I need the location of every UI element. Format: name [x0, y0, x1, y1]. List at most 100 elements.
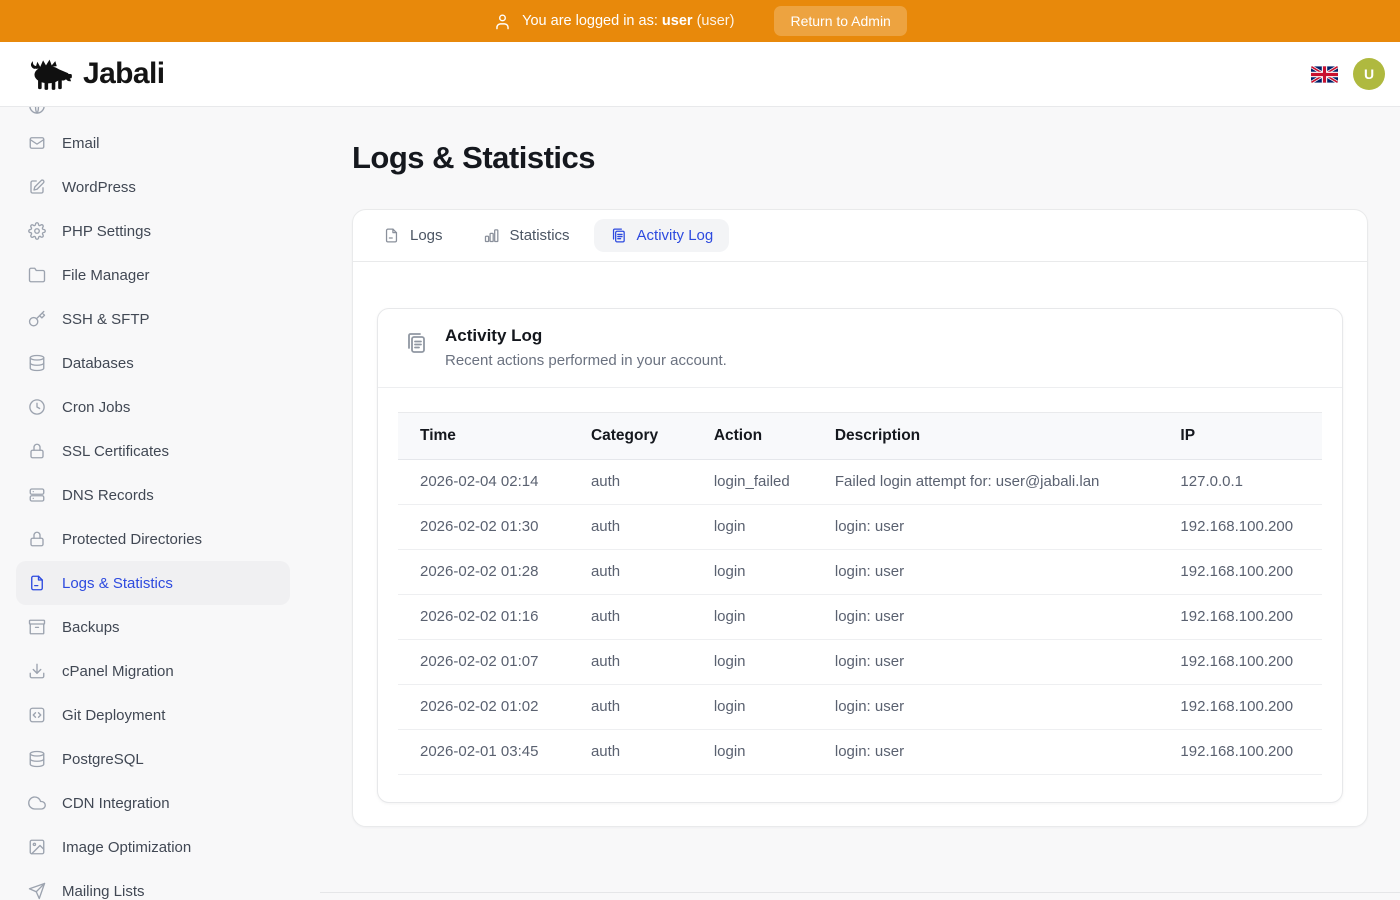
sidebar-item-dns-records[interactable]: DNS Records [16, 473, 290, 517]
server-icon [28, 486, 46, 504]
folder-icon [28, 266, 46, 284]
admin-session-bar: You are logged in as: user (user) Return… [0, 0, 1400, 42]
code-icon [28, 706, 46, 724]
boar-logo-icon [28, 56, 74, 92]
cell-category: auth [569, 730, 692, 775]
table-row: 2026-02-02 01:07 auth login login: user … [398, 640, 1322, 685]
cell-action: login [692, 595, 813, 640]
sidebar-item-php-settings[interactable]: PHP Settings [16, 209, 290, 253]
cell-ip: 192.168.100.200 [1158, 505, 1322, 550]
sidebar-item-ssl-certificates[interactable]: SSL Certificates [16, 429, 290, 473]
cell-category: auth [569, 640, 692, 685]
table-row: 2026-02-02 01:30 auth login login: user … [398, 505, 1322, 550]
bar-chart-icon [483, 227, 500, 244]
footer-divider [320, 892, 1400, 893]
activity-log-table: Time Category Action Description IP 2026… [398, 412, 1322, 775]
logged-in-text: You are logged in as: user (user) [522, 13, 734, 29]
cell-action: login [692, 640, 813, 685]
column-header-category: Category [569, 413, 692, 460]
sidebar-item-protected-directories[interactable]: Protected Directories [16, 517, 290, 561]
cell-action: login [692, 550, 813, 595]
lock-icon [28, 442, 46, 460]
cell-ip: 192.168.100.200 [1158, 640, 1322, 685]
column-header-action: Action [692, 413, 813, 460]
sidebar-item-file-manager[interactable]: File Manager [16, 253, 290, 297]
table-row: 2026-02-02 01:02 auth login login: user … [398, 685, 1322, 730]
cell-description: login: user [813, 595, 1159, 640]
cell-action: login [692, 730, 813, 775]
gear-icon [28, 222, 46, 240]
sidebar-item-image-optimization[interactable]: Image Optimization [16, 825, 290, 869]
tab-activity-log[interactable]: Activity Log [594, 219, 730, 252]
sidebar-item-label: Cron Jobs [62, 399, 130, 416]
sidebar-item-label: SSL Certificates [62, 443, 169, 460]
sidebar-item-label: Image Optimization [62, 839, 191, 856]
cell-description: login: user [813, 685, 1159, 730]
return-to-admin-button[interactable]: Return to Admin [774, 6, 906, 36]
sidebar-item-backups[interactable]: Backups [16, 605, 290, 649]
column-header-ip: IP [1158, 413, 1322, 460]
sidebar-item-label: Backups [62, 619, 120, 636]
sidebar-item-label: Logs & Statistics [62, 575, 173, 592]
cell-category: auth [569, 685, 692, 730]
sidebar-item-label: cPanel Migration [62, 663, 174, 680]
cell-ip: 192.168.100.200 [1158, 685, 1322, 730]
activity-log-title: Activity Log [445, 326, 727, 346]
cell-time: 2026-02-02 01:28 [398, 550, 569, 595]
tab-logs[interactable]: Logs [367, 219, 459, 252]
tab-bar: Logs Statistics Activity Log [353, 210, 1367, 262]
user-icon [493, 12, 512, 31]
tab-statistics[interactable]: Statistics [467, 219, 586, 252]
language-flag-uk[interactable] [1311, 66, 1338, 83]
sidebar-item-git-deployment[interactable]: Git Deployment [16, 693, 290, 737]
table-row: 2026-02-04 02:14 auth login_failed Faile… [398, 460, 1322, 505]
sidebar-item-label: DNS Records [62, 487, 154, 504]
sidebar-item-label: Git Deployment [62, 707, 165, 724]
cell-ip: 192.168.100.200 [1158, 595, 1322, 640]
sidebar-item-label: Databases [62, 355, 134, 372]
sidebar-item-postgresql[interactable]: PostgreSQL [16, 737, 290, 781]
clock-icon [28, 398, 46, 416]
sidebar-item-wordpress[interactable]: WordPress [16, 165, 290, 209]
sidebar-item-label: WordPress [62, 179, 136, 196]
download-icon [28, 662, 46, 680]
sidebar: Email WordPress PHP Settings File Manage… [0, 107, 320, 900]
cell-time: 2026-02-02 01:16 [398, 595, 569, 640]
cell-time: 2026-02-01 03:45 [398, 730, 569, 775]
sidebar-item-mailing-lists[interactable]: Mailing Lists [16, 869, 290, 900]
cell-ip: 192.168.100.200 [1158, 730, 1322, 775]
main-content: Logs & Statistics Logs Statistics Activi… [320, 107, 1400, 900]
cell-description: login: user [813, 550, 1159, 595]
cell-category: auth [569, 505, 692, 550]
sidebar-item-cron-jobs[interactable]: Cron Jobs [16, 385, 290, 429]
brand-name: Jabali [83, 57, 164, 91]
cloud-icon [28, 794, 46, 812]
sidebar-item-cpanel-migration[interactable]: cPanel Migration [16, 649, 290, 693]
edit-icon [28, 178, 46, 196]
clipboard-icon [404, 331, 428, 355]
cell-category: auth [569, 460, 692, 505]
avatar[interactable]: U [1353, 58, 1385, 90]
sidebar-item-label: PHP Settings [62, 223, 151, 240]
activity-log-card: Activity Log Recent actions performed in… [377, 308, 1343, 803]
sidebar-item-ssh-sftp[interactable]: SSH & SFTP [16, 297, 290, 341]
lock-icon [28, 530, 46, 548]
mail-icon [28, 134, 46, 152]
sidebar-item-cdn-integration[interactable]: CDN Integration [16, 781, 290, 825]
send-icon [28, 882, 46, 900]
archive-icon [28, 618, 46, 636]
sidebar-item-databases[interactable]: Databases [16, 341, 290, 385]
cell-time: 2026-02-02 01:07 [398, 640, 569, 685]
database-icon [28, 750, 46, 768]
cell-time: 2026-02-04 02:14 [398, 460, 569, 505]
sidebar-item-logs-statistics[interactable]: Logs & Statistics [16, 561, 290, 605]
sidebar-item-label: Mailing Lists [62, 883, 145, 900]
table-header-row: Time Category Action Description IP [398, 413, 1322, 460]
app-header: Jabali U [0, 42, 1400, 107]
brand-logo[interactable]: Jabali [28, 56, 164, 92]
sidebar-item-email[interactable]: Email [16, 121, 290, 165]
column-header-description: Description [813, 413, 1159, 460]
page-title: Logs & Statistics [352, 140, 1400, 176]
sidebar-item-label: File Manager [62, 267, 150, 284]
cell-time: 2026-02-02 01:30 [398, 505, 569, 550]
